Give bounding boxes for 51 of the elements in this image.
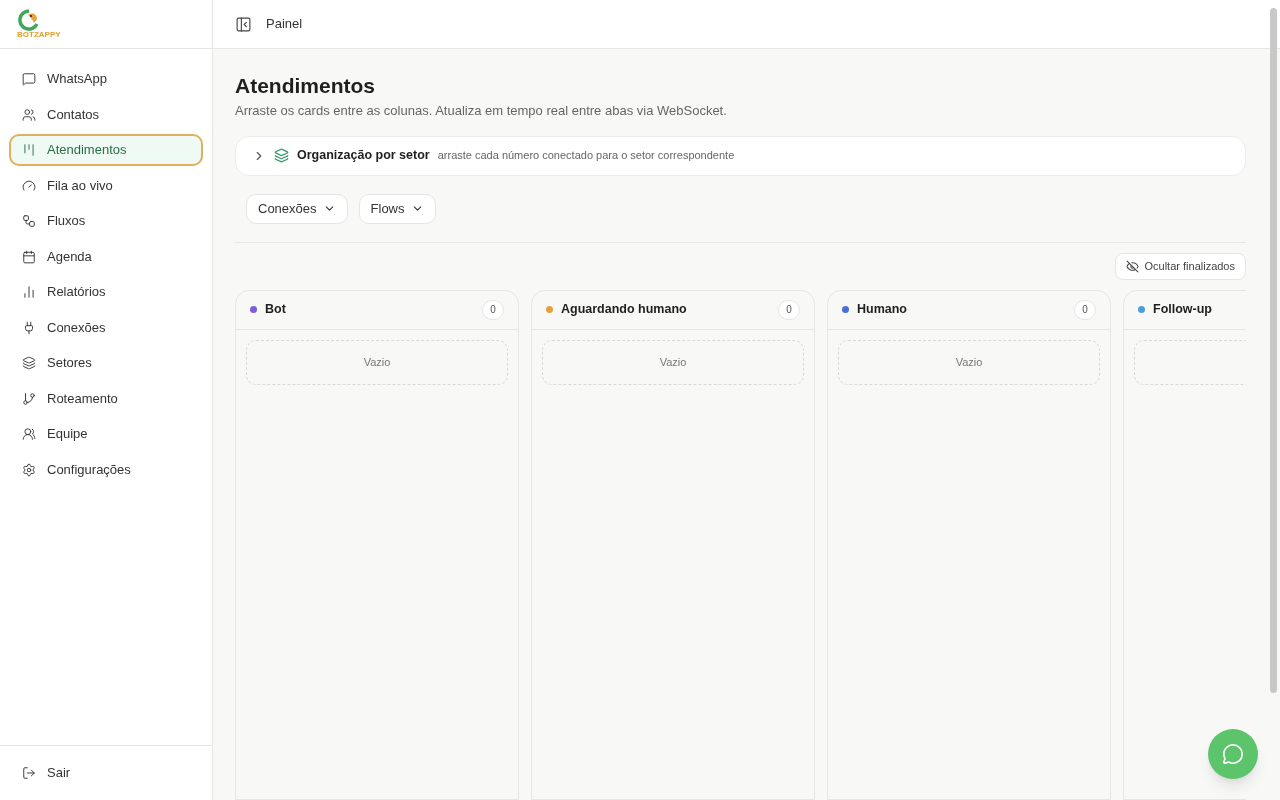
flow-icon — [22, 214, 36, 228]
hide-finished-button[interactable]: Ocultar finalizados — [1114, 252, 1246, 280]
count-badge: 0 — [482, 299, 504, 320]
sidebar-item[interactable]: Fila ao vivo — [9, 169, 203, 202]
plug-icon — [22, 320, 36, 335]
logout-icon — [22, 766, 36, 780]
bar-chart-icon — [22, 285, 36, 299]
collapse-sidebar-button[interactable] — [235, 15, 252, 33]
sidebar-item[interactable]: Equipe — [9, 418, 203, 450]
chat-icon — [22, 72, 36, 86]
sidebar-item[interactable]: Fluxos — [9, 205, 203, 237]
count-badge: 0 — [778, 299, 800, 320]
sector-panel-title: Organização por setor — [297, 147, 430, 165]
page-title: Atendimentos — [235, 73, 376, 99]
sidebar-item[interactable]: Setores — [9, 347, 203, 379]
count-badge: 0 — [1074, 299, 1096, 320]
empty-label: Vazio — [955, 354, 983, 370]
eye-off-icon — [1125, 259, 1139, 273]
kanban-icon — [22, 143, 36, 157]
sector-panel[interactable]: Organização por setor arraste cada número conectado para o setor correspondente — [235, 135, 1246, 176]
logo-text: BOTZAPPY — [17, 31, 61, 39]
settings-icon — [22, 462, 36, 477]
empty-label: Vazio — [363, 354, 391, 370]
chat-icon — [1222, 743, 1244, 765]
sidebar-item[interactable]: Contatos — [9, 98, 203, 131]
people-icon — [22, 107, 36, 122]
sidebar-item[interactable]: Configurações — [9, 453, 203, 486]
filter-dropdown[interactable]: Conexões — [246, 193, 348, 224]
sector-panel-hint: arraste cada número conectado para o setor correspondente — [437, 148, 735, 164]
people-icon — [22, 427, 36, 441]
column-title: Bot — [265, 301, 287, 319]
empty-label: Vazio — [659, 354, 687, 370]
sidebar-item[interactable]: Conexões — [9, 311, 203, 344]
branch-icon — [22, 391, 36, 406]
logout-button[interactable]: Sair — [9, 758, 84, 788]
gauge-icon — [22, 178, 36, 193]
breadcrumb-title: Painel — [266, 15, 303, 34]
parrot-logo-icon — [17, 9, 41, 31]
column-title: Aguardando humano — [561, 301, 688, 319]
sidebar-item[interactable]: WhatsApp — [9, 63, 203, 95]
sidebar-item[interactable]: Roteamento — [9, 382, 203, 415]
layers-icon — [22, 356, 36, 370]
sidebar-item[interactable]: Atendimentos — [9, 134, 203, 166]
column-title: Humano — [857, 301, 908, 319]
layers-icon — [274, 148, 289, 163]
page-subtitle: Arraste os cards entre as colunas. Atualiza em tempo real entre abas via WebSocket. — [235, 102, 728, 120]
filter-dropdown[interactable]: Flows — [358, 193, 436, 224]
sidebar-item[interactable]: Relatórios — [9, 276, 203, 308]
calendar-icon — [22, 249, 36, 264]
sidebar-item[interactable]: Agenda — [9, 240, 203, 273]
column-title: Follow-up — [1153, 301, 1213, 319]
